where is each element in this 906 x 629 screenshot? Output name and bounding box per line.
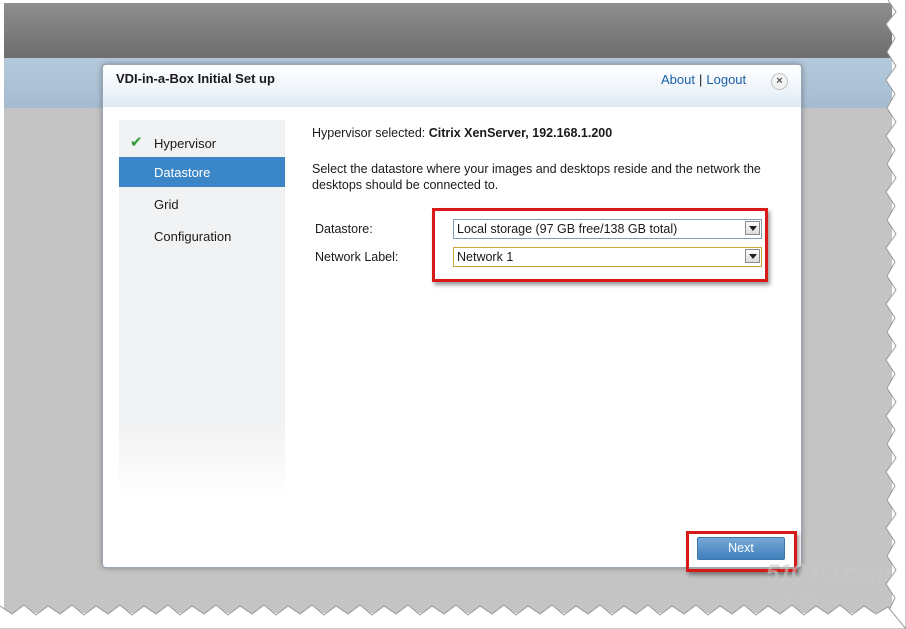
dialog-title: VDI-in-a-Box Initial Set up	[116, 71, 275, 86]
chevron-down-icon[interactable]	[745, 249, 760, 263]
hypervisor-selected-line: Hypervisor selected: Citrix XenServer, 1…	[312, 126, 612, 140]
check-icon: ✔	[130, 134, 143, 151]
wizard-steps-sidebar: ✔ Hypervisor Datastore Grid Configuratio…	[119, 120, 285, 500]
close-button[interactable]: ×	[771, 73, 788, 90]
next-button[interactable]: Next	[697, 537, 785, 560]
sidebar-item-label: Hypervisor	[154, 136, 217, 151]
sidebar-item-label: Configuration	[154, 229, 232, 244]
datastore-label: Datastore:	[315, 222, 373, 236]
network-select[interactable]: Network 1	[453, 247, 762, 267]
setup-dialog: VDI-in-a-Box Initial Set up About | Logout…	[102, 64, 802, 568]
hypervisor-value: Citrix XenServer, 192.168.1.200	[428, 126, 613, 140]
header-links: About | Logout	[661, 72, 746, 87]
chevron-down-icon[interactable]	[745, 221, 760, 235]
hypervisor-prefix: Hypervisor selected:	[312, 126, 429, 140]
app-header-bar	[4, 3, 892, 58]
network-label: Network Label:	[315, 250, 399, 264]
link-separator: |	[698, 72, 703, 87]
sidebar-item-datastore[interactable]: Datastore	[119, 157, 285, 187]
sidebar-item-grid[interactable]: Grid	[119, 189, 285, 219]
dialog-header: VDI-in-a-Box Initial Set up About | Logout…	[103, 65, 801, 107]
datastore-select-value: Local storage (97 GB free/138 GB total)	[457, 222, 678, 236]
sidebar-item-label: Grid	[154, 197, 179, 212]
sidebar-item-configuration[interactable]: Configuration	[119, 221, 285, 251]
watermark-subtitle: 技术博客 Blog	[770, 594, 846, 608]
close-icon: ×	[776, 75, 783, 87]
sidebar-item-label: Datastore	[154, 165, 211, 180]
about-link[interactable]: About	[661, 72, 695, 87]
watermark-logo: 51CTO.com	[766, 560, 891, 587]
network-select-value: Network 1	[457, 250, 514, 264]
sidebar-item-hypervisor[interactable]: ✔ Hypervisor	[119, 128, 285, 158]
screenshot-stage: VDI-in-a-Box Initial Set up About | Logout…	[0, 0, 906, 629]
logout-link[interactable]: Logout	[706, 72, 746, 87]
datastore-description: Select the datastore where your images a…	[312, 162, 761, 192]
datastore-select[interactable]: Local storage (97 GB free/138 GB total)	[453, 219, 762, 239]
